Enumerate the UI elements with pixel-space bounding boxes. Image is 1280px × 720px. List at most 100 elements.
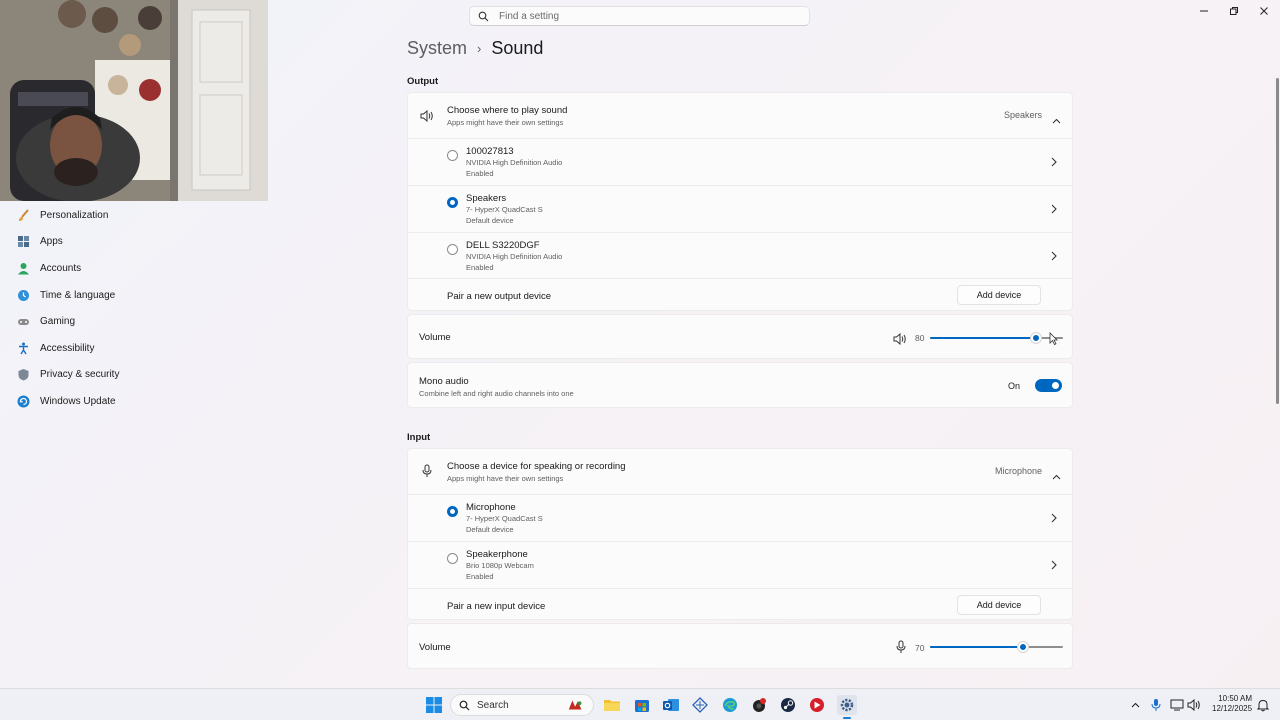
add-input-device-button[interactable]: Add device <box>957 595 1041 615</box>
sidebar-item-personalization[interactable]: Personalization <box>0 202 270 229</box>
slider-thumb[interactable] <box>1018 642 1029 652</box>
recording-app-icon[interactable] <box>808 696 826 714</box>
speaker-icon <box>420 109 434 127</box>
sidebar-item-gaming[interactable]: Gaming <box>0 308 270 335</box>
accessibility-icon <box>17 342 30 355</box>
page-title: Sound <box>491 38 544 58</box>
tray-volume-icon[interactable] <box>1185 696 1203 714</box>
device-status: Enabled <box>466 263 494 272</box>
output-volume-slider[interactable] <box>930 331 1063 345</box>
tray-microphone-icon[interactable] <box>1147 696 1165 714</box>
chevron-up-icon[interactable] <box>1052 111 1061 129</box>
mono-audio-toggle[interactable] <box>1035 379 1062 392</box>
chevron-right-icon[interactable] <box>1050 204 1058 214</box>
network-app-icon[interactable] <box>691 696 709 714</box>
chevron-right-icon[interactable] <box>1050 513 1058 523</box>
minimize-icon <box>1200 10 1208 12</box>
chevron-right-icon: › <box>477 41 482 56</box>
close-button[interactable] <box>1249 3 1279 19</box>
steam-icon[interactable] <box>779 696 797 714</box>
input-choose-header[interactable]: Choose a device for speaking or recordin… <box>408 449 1072 494</box>
scrollbar[interactable] <box>1276 78 1279 404</box>
webcam-image <box>0 0 268 201</box>
sidebar-item-label: Windows Update <box>40 395 116 407</box>
radio-button[interactable] <box>447 244 458 255</box>
notification-bell-icon[interactable] <box>1254 696 1272 714</box>
slider-thumb[interactable] <box>1031 333 1042 343</box>
device-detail: NVIDIA High Definition Audio <box>466 252 563 261</box>
brush-icon <box>17 209 30 222</box>
device-name: DELL S3220DGF <box>466 240 540 251</box>
sidebar-nav: Personalization Apps Accounts Time & lan… <box>0 202 270 415</box>
tray-network-icon[interactable] <box>1168 696 1186 714</box>
pair-input-label: Pair a new input device <box>447 601 546 612</box>
input-volume-label: Volume <box>419 642 451 653</box>
gamepad-icon <box>17 315 30 328</box>
add-output-device-button[interactable]: Add device <box>957 285 1041 305</box>
radio-button[interactable] <box>447 197 458 208</box>
settings-search[interactable] <box>469 6 810 26</box>
sidebar-item-accounts[interactable]: Accounts <box>0 255 270 282</box>
search-input[interactable] <box>497 9 791 23</box>
search-icon <box>478 11 489 21</box>
device-status: Default device <box>466 525 514 534</box>
device-detail: NVIDIA High Definition Audio <box>466 158 563 167</box>
restore-icon <box>1230 7 1238 15</box>
sidebar-item-windows-update[interactable]: Windows Update <box>0 388 270 415</box>
device-detail: 7- HyperX QuadCast S <box>466 514 543 523</box>
tray-clock[interactable]: 10:50 AM 12/12/2025 <box>1212 694 1252 714</box>
output-choose-header[interactable]: Choose where to play sound Apps might ha… <box>408 93 1072 138</box>
sidebar-item-label: Privacy & security <box>40 369 120 381</box>
chevron-right-icon[interactable] <box>1050 560 1058 570</box>
chevron-right-icon[interactable] <box>1050 251 1058 261</box>
sidebar-item-label: Accessibility <box>40 342 95 354</box>
sidebar-item-label: Apps <box>40 236 63 248</box>
minimize-button[interactable] <box>1189 3 1219 19</box>
speaker-volume-icon[interactable] <box>893 332 908 350</box>
edge-icon[interactable] <box>721 696 739 714</box>
input-device-row[interactable]: Speakerphone Brio 1080p Webcam Enabled <box>408 541 1072 588</box>
device-name: Microphone <box>466 502 516 513</box>
output-device-row[interactable]: 100027813 NVIDIA High Definition Audio E… <box>408 138 1072 185</box>
output-device-row[interactable]: Speakers 7- HyperX QuadCast S Default de… <box>408 185 1072 232</box>
microphone-volume-icon[interactable] <box>896 640 906 659</box>
settings-app-icon[interactable] <box>837 695 857 719</box>
file-explorer-icon[interactable] <box>603 696 621 714</box>
slider-fill <box>930 337 1037 339</box>
sidebar-item-privacy-security[interactable]: Privacy & security <box>0 362 270 389</box>
device-detail: 7- HyperX QuadCast S <box>466 205 543 214</box>
restore-button[interactable] <box>1219 3 1249 19</box>
radio-button[interactable] <box>447 506 458 517</box>
input-volume-value: 70 <box>915 643 925 653</box>
sidebar-item-time-language[interactable]: Time & language <box>0 282 270 309</box>
shield-icon <box>17 368 30 381</box>
start-button[interactable] <box>425 696 443 714</box>
store-icon[interactable] <box>633 696 651 714</box>
radio-button[interactable] <box>447 553 458 564</box>
output-heading: Output <box>407 76 439 87</box>
breadcrumb: System › Sound <box>407 38 543 59</box>
chevron-right-icon[interactable] <box>1050 157 1058 167</box>
output-choose-subtitle: Apps might have their own settings <box>447 118 564 127</box>
overwolf-icon[interactable] <box>750 696 768 714</box>
input-volume-slider[interactable] <box>930 640 1063 654</box>
outlook-icon[interactable] <box>662 696 680 714</box>
output-selected-device: Speakers <box>1003 110 1042 120</box>
chevron-up-icon[interactable] <box>1052 467 1061 485</box>
input-selected-device: Microphone <box>994 466 1042 476</box>
output-device-row[interactable]: DELL S3220DGF NVIDIA High Definition Aud… <box>408 232 1072 278</box>
tray-overflow-chevron-icon[interactable] <box>1126 696 1144 714</box>
search-highlight-icon[interactable] <box>567 696 585 714</box>
device-name: Speakerphone <box>466 549 528 560</box>
output-volume-value: 80 <box>915 333 925 343</box>
input-device-row[interactable]: Microphone 7- HyperX QuadCast S Default … <box>408 494 1072 541</box>
sidebar-item-accessibility[interactable]: Accessibility <box>0 335 270 362</box>
sidebar-item-apps[interactable]: Apps <box>0 229 270 256</box>
breadcrumb-system[interactable]: System <box>407 38 467 59</box>
mouse-cursor-icon <box>1049 332 1058 350</box>
radio-button[interactable] <box>447 150 458 161</box>
tray-date: 12/12/2025 <box>1212 704 1253 713</box>
sidebar-item-label: Personalization <box>40 209 109 221</box>
output-device-card: Choose where to play sound Apps might ha… <box>407 92 1073 311</box>
pair-output-row: Pair a new output device Add device <box>408 278 1072 311</box>
